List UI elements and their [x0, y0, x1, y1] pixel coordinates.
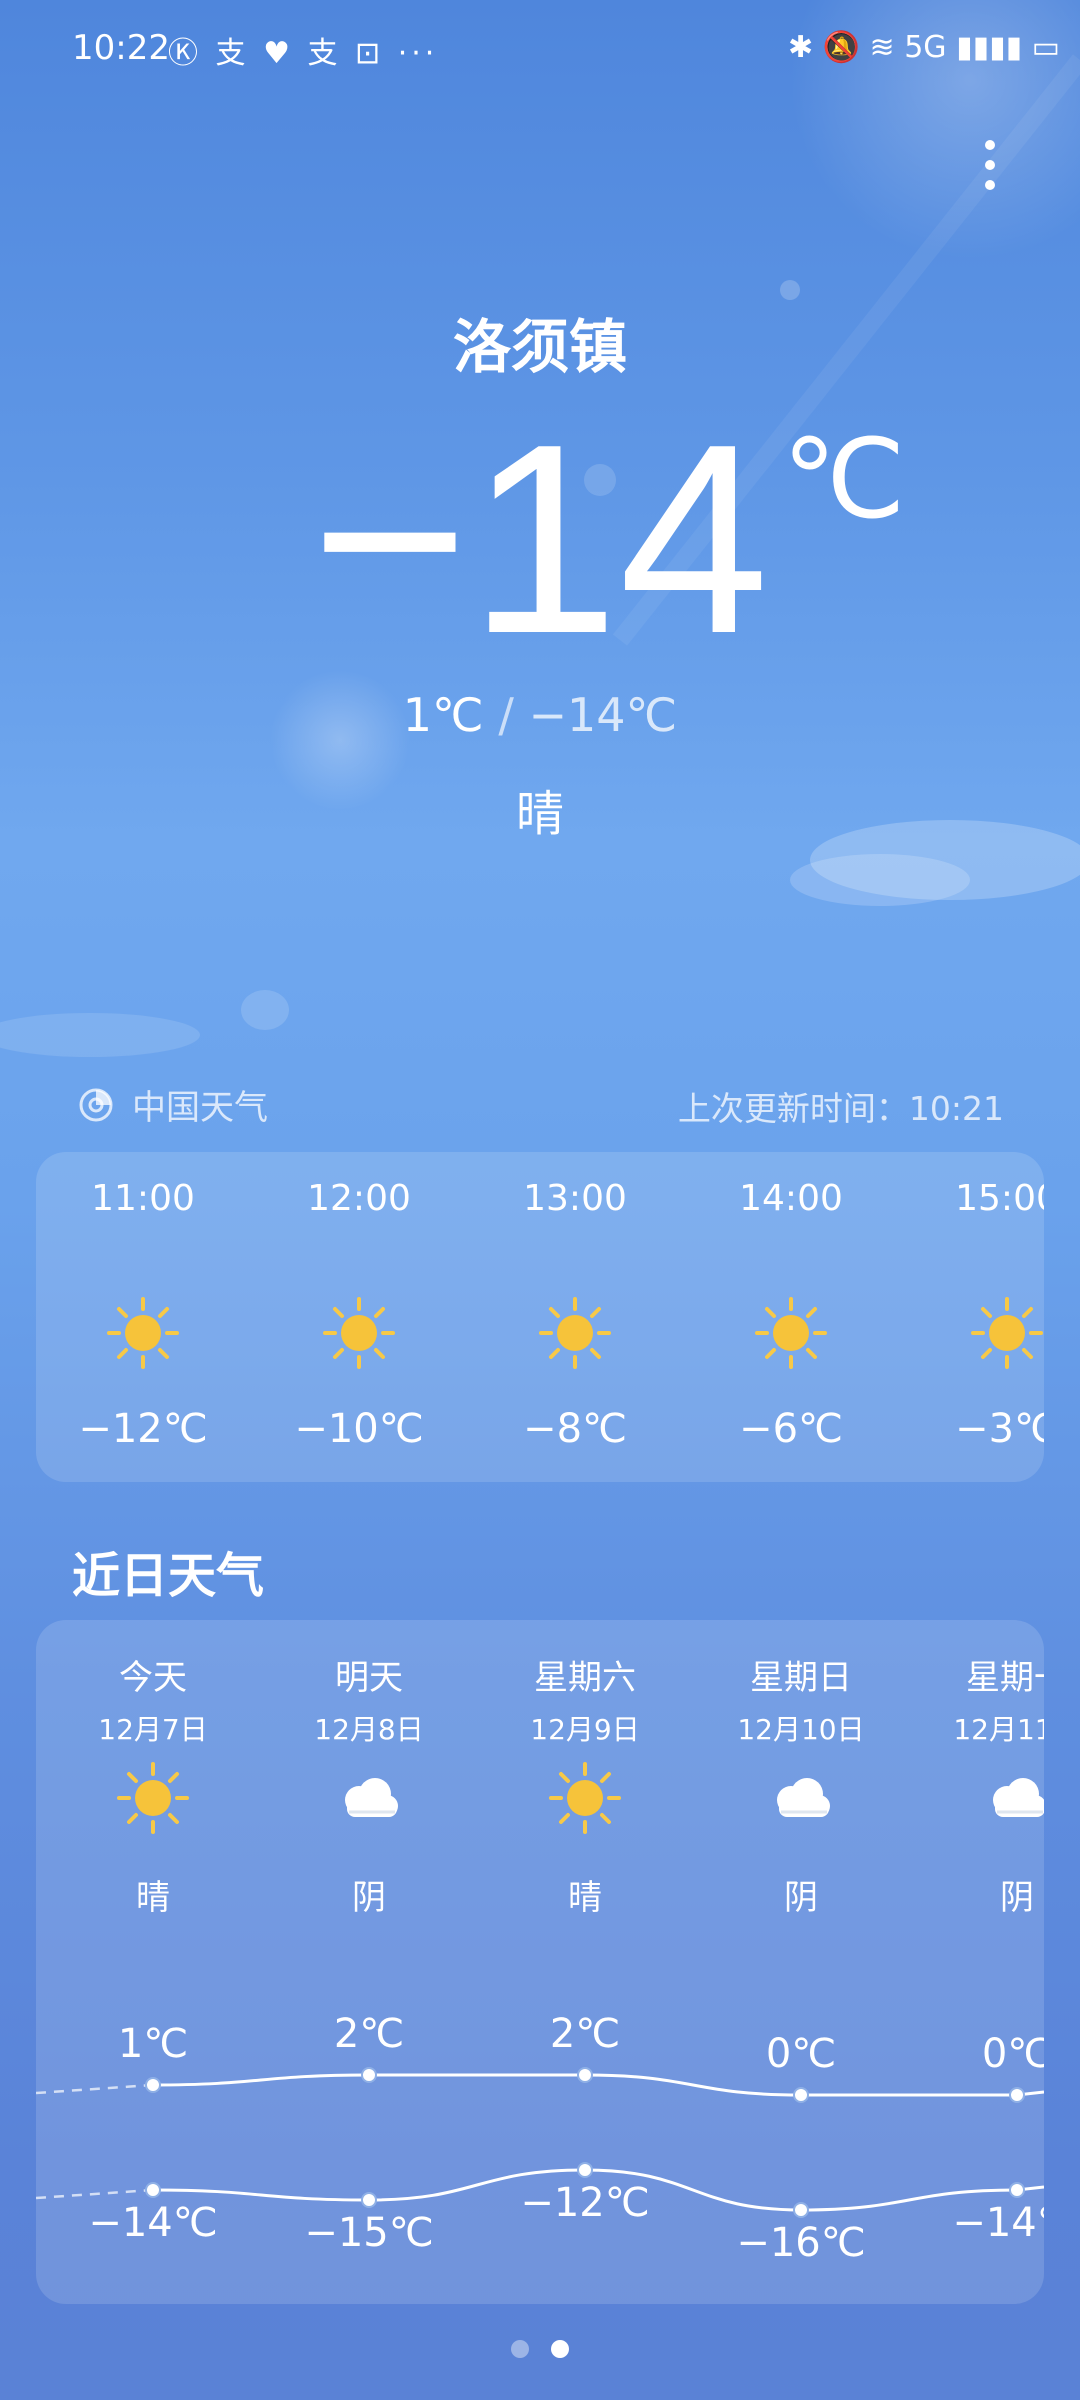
day-date: 12月8日	[314, 1713, 424, 1746]
daily-forecast-card[interactable]: 今天 12月7日 晴 1℃ −14℃ 明天 12月8日 阴 2℃ −15℃ 星期…	[36, 1620, 1044, 2304]
sun-icon	[549, 1762, 621, 1834]
hour-temp: −3℃	[955, 1406, 1044, 1452]
source-label: 中国天气	[132, 1088, 268, 1128]
temp-range: 1℃ / −14℃	[0, 688, 1080, 742]
low-temp-line-lead-line	[36, 2188, 154, 2200]
current-temp-value: −14	[311, 389, 769, 690]
low-temp-line-point	[145, 2182, 161, 2198]
day-low: −15℃	[304, 2210, 434, 2256]
system-status-icons: ✱ 🔕 ≋ 5G ▮▮▮▮ ▭	[787, 30, 1060, 65]
current-temperature: −14 ℃	[0, 390, 1080, 690]
day-name: 今天	[119, 1658, 187, 1698]
day-high: 0℃	[981, 2031, 1044, 2077]
day-low: −16℃	[736, 2220, 866, 2266]
day-low: −14℃	[88, 2200, 218, 2246]
day-condition: 晴	[136, 1878, 170, 1918]
today-low: −14℃	[528, 688, 678, 742]
more-options-button[interactable]	[962, 130, 1018, 210]
cloud-icon	[993, 1778, 1044, 1817]
high-temp-line-point	[1009, 2087, 1025, 2103]
day-date: 12月10日	[737, 1713, 865, 1746]
day-high: 2℃	[333, 2011, 405, 2057]
hour-temp: −6℃	[739, 1406, 843, 1452]
hour-temp: −12℃	[78, 1406, 208, 1452]
hour-time: 11:00	[91, 1178, 195, 1219]
high-temp-line-point	[145, 2077, 161, 2093]
low-temp-line-point	[577, 2162, 593, 2178]
hourly-forecast-card[interactable]: 11:00 −12℃ 12:00 −10℃ 13:00 −8℃ 14:00 −6…	[36, 1152, 1044, 1482]
hour-temp: −10℃	[294, 1406, 424, 1452]
sun-icon	[117, 1762, 189, 1834]
day-name: 星期一	[966, 1658, 1044, 1698]
day-date: 12月9日	[530, 1713, 640, 1746]
city-name: 洛须镇	[452, 313, 627, 381]
more-dot-icon	[985, 160, 995, 170]
daily-section-title: 近日天气	[72, 1548, 265, 1604]
current-condition: 晴	[515, 786, 564, 842]
low-temp-line-point	[361, 2192, 377, 2208]
day-condition: 阴	[784, 1878, 818, 1918]
page-indicator[interactable]	[0, 2340, 1080, 2362]
day-high: 2℃	[549, 2011, 621, 2057]
hour-time: 12:00	[307, 1178, 411, 1219]
day-high: 1℃	[117, 2021, 189, 2067]
day-condition: 阴	[352, 1878, 386, 1918]
high-temp-line-point	[793, 2087, 809, 2103]
more-dot-icon	[985, 180, 995, 190]
high-temp-line	[152, 2073, 1044, 2097]
hour-time: 15:00	[955, 1178, 1044, 1219]
sun-icon	[539, 1297, 611, 1369]
sun-icon	[323, 1297, 395, 1369]
cloud-icon	[345, 1778, 398, 1817]
sun-icon	[107, 1297, 179, 1369]
china-weather-logo-icon	[79, 1088, 113, 1121]
range-separator: /	[483, 688, 529, 742]
temp-unit: ℃	[782, 418, 906, 541]
update-time: 上次更新时间：10:21	[677, 1089, 1004, 1128]
page-dot[interactable]	[551, 2340, 569, 2358]
high-temp-line-lead-line	[36, 2083, 154, 2095]
hour-temp: −8℃	[523, 1406, 627, 1452]
high-temp-line-point	[577, 2067, 593, 2083]
day-date: 12月7日	[98, 1713, 208, 1746]
page-dot[interactable]	[511, 2340, 529, 2358]
day-name: 星期六	[534, 1658, 636, 1698]
cloud-icon	[777, 1778, 830, 1817]
day-condition: 晴	[568, 1878, 602, 1918]
day-date: 12月11日	[953, 1713, 1044, 1746]
notification-icons: Ⓚ 支 ♥ 支 ⊡ ···	[168, 36, 439, 71]
day-condition: 阴	[1000, 1878, 1034, 1918]
sun-icon	[755, 1297, 827, 1369]
hour-time: 13:00	[523, 1178, 627, 1219]
more-dot-icon	[985, 140, 995, 150]
day-low: −14℃	[952, 2200, 1044, 2246]
status-time: 10:22	[72, 28, 170, 68]
hour-time: 14:00	[739, 1178, 843, 1219]
weather-source[interactable]: 中国天气	[78, 1080, 268, 1129]
sun-icon	[971, 1297, 1043, 1369]
low-temp-line-point	[793, 2202, 809, 2218]
today-high: 1℃	[402, 688, 484, 742]
status-bar: 10:22 Ⓚ 支 ♥ 支 ⊡ ··· ✱ 🔕 ≋ 5G ▮▮▮▮ ▭	[0, 0, 1080, 105]
low-temp-line-point	[1009, 2182, 1025, 2198]
high-temp-line-point	[361, 2067, 377, 2083]
day-name: 明天	[335, 1658, 403, 1698]
day-high: 0℃	[765, 2031, 837, 2077]
day-low: −12℃	[520, 2180, 650, 2226]
day-name: 星期日	[750, 1658, 852, 1698]
